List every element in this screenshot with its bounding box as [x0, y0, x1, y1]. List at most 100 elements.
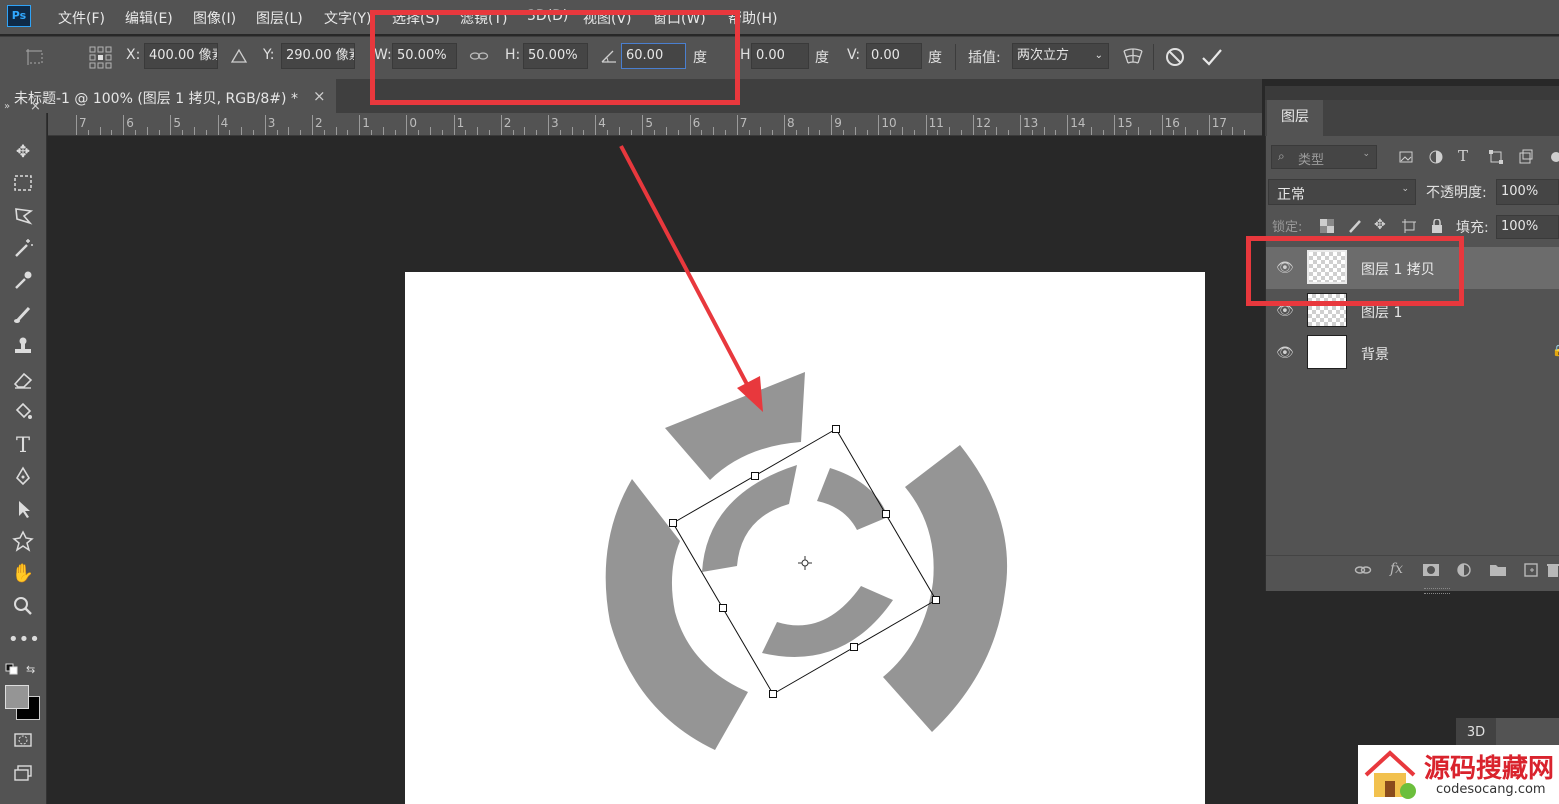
panel-resize-grip[interactable]: [1424, 588, 1450, 594]
filter-type-icon[interactable]: T: [1458, 147, 1474, 165]
opacity-label: 不透明度:: [1426, 185, 1487, 201]
lock-transparent-pixels-icon[interactable]: [1320, 219, 1334, 233]
chevron-down-icon: ⌄: [1401, 184, 1409, 194]
new-adjustment-layer-icon[interactable]: [1456, 562, 1472, 578]
vertical-skew-field[interactable]: 0.00: [866, 43, 922, 69]
ruler-minor-tick: [477, 127, 479, 135]
menu-edit[interactable]: 编辑(E): [125, 8, 173, 28]
filter-shape-icon[interactable]: [1488, 149, 1504, 165]
ruler-minor-tick: [807, 127, 809, 135]
layer-effects-icon[interactable]: fx: [1390, 561, 1403, 577]
menu-image[interactable]: 图像(I): [193, 8, 236, 28]
foreground-color-swatch[interactable]: [5, 685, 29, 709]
fill-field[interactable]: 100%: [1496, 215, 1559, 239]
lock-image-pixels-icon[interactable]: [1348, 219, 1362, 233]
x-position-field[interactable]: 400.00 像素: [144, 43, 218, 69]
eyedropper-tool-icon[interactable]: [8, 269, 38, 293]
ruler-minor-tick: [713, 127, 715, 135]
ruler-major-tick: [453, 115, 455, 135]
eraser-tool-icon[interactable]: [8, 369, 38, 393]
new-layer-icon[interactable]: [1523, 562, 1539, 578]
ruler-label: 1: [456, 116, 465, 130]
swap-colors-icon[interactable]: ⇆: [26, 663, 40, 676]
tab-3d[interactable]: 3D: [1456, 718, 1496, 748]
pivot-point-icon[interactable]: [798, 556, 812, 570]
chevron-down-icon: ⌄: [1362, 149, 1370, 159]
filter-toggle-icon[interactable]: [1546, 149, 1559, 165]
layer-filter-select[interactable]: ⌕ 类型 ⌄: [1271, 145, 1377, 169]
layer-row-background[interactable]: 👁 背景 🔒: [1266, 332, 1559, 374]
paint-bucket-tool-icon[interactable]: [8, 401, 38, 425]
hand-tool-icon[interactable]: ✋: [8, 562, 38, 586]
layer-name[interactable]: 背景: [1361, 344, 1389, 364]
document-tab[interactable]: 未标题-1 @ 100% (图层 1 拷贝, RGB/8#) * ×: [0, 79, 336, 113]
delete-layer-icon[interactable]: [1546, 562, 1559, 578]
lock-all-icon[interactable]: [1430, 218, 1444, 233]
path-selection-tool-icon[interactable]: [8, 498, 38, 522]
ruler-minor-tick: [1138, 127, 1139, 135]
ruler-minor-tick: [1043, 127, 1045, 135]
menu-type[interactable]: 文字(Y): [324, 8, 371, 28]
lock-position-icon[interactable]: ✥: [1374, 217, 1390, 233]
reference-point-icon[interactable]: [88, 45, 114, 69]
brush-tool-icon[interactable]: [8, 303, 38, 327]
document-canvas[interactable]: [405, 272, 1205, 804]
visibility-eye-icon[interactable]: 👁: [1276, 345, 1294, 361]
ruler-minor-tick: [1197, 130, 1198, 135]
menu-layer[interactable]: 图层(L): [256, 8, 303, 28]
ruler-minor-tick: [748, 130, 750, 135]
y-position-field[interactable]: 290.00 像素: [281, 43, 355, 69]
relative-position-icon[interactable]: [230, 47, 248, 65]
ruler-major-tick: [642, 115, 644, 135]
blend-mode-select[interactable]: 正常 ⌄: [1268, 179, 1416, 205]
move-tool-icon[interactable]: ✥: [8, 140, 38, 164]
lasso-tool-icon[interactable]: [8, 205, 38, 229]
layer-filter-placeholder: 类型: [1298, 153, 1325, 168]
ruler-minor-tick: [630, 130, 632, 135]
stamp-tool-icon[interactable]: [8, 335, 38, 359]
ruler-minor-tick: [1185, 127, 1187, 135]
lock-artboard-icon[interactable]: [1402, 219, 1416, 233]
warp-mode-icon[interactable]: [1121, 45, 1145, 69]
ruler-label: 6: [126, 116, 134, 130]
custom-shape-tool-icon[interactable]: [8, 530, 38, 554]
type-tool-icon[interactable]: T: [8, 433, 38, 457]
filter-pixel-icon[interactable]: [1398, 149, 1414, 165]
marquee-tool-icon[interactable]: [8, 173, 38, 197]
ruler-major-tick: [925, 115, 927, 135]
horizontal-ruler: 7 6 5 4 3 2 1 0 1 2 3 4 5 6 7 8 9 10 11 12 13 14 15 16 17: [48, 113, 1262, 136]
watermark-url: codesocang.com: [1436, 782, 1546, 797]
ruler-major-tick: [1114, 115, 1116, 135]
default-colors-icon[interactable]: [5, 663, 19, 675]
filter-smart-object-icon[interactable]: [1518, 149, 1534, 165]
link-layers-icon[interactable]: [1354, 562, 1372, 578]
watermark: 源码搜藏网 codesocang.com: [1358, 745, 1559, 804]
magic-wand-tool-icon[interactable]: [8, 237, 38, 261]
blend-mode-value: 正常: [1277, 187, 1305, 203]
cancel-transform-icon[interactable]: [1163, 45, 1187, 69]
transform-tool-icon[interactable]: [24, 46, 50, 68]
commit-transform-icon[interactable]: [1200, 45, 1224, 69]
more-tools-icon[interactable]: •••: [8, 628, 40, 652]
collapse-toolbar-icon[interactable]: »: [4, 101, 10, 112]
annotation-highlight-options: [370, 10, 740, 105]
ruler-major-tick: [689, 115, 691, 135]
pen-tool-icon[interactable]: [8, 465, 38, 489]
menu-file[interactable]: 文件(F): [58, 8, 105, 28]
screen-mode-icon[interactable]: [8, 763, 38, 787]
opacity-field[interactable]: 100%: [1496, 179, 1559, 205]
ruler-label: 2: [315, 116, 323, 130]
interpolation-select[interactable]: 两次立方 ⌄: [1012, 43, 1109, 69]
tab-layers[interactable]: 图层: [1267, 100, 1323, 136]
quick-mask-icon[interactable]: [8, 730, 38, 754]
close-toolbar-icon[interactable]: ×: [30, 99, 41, 114]
new-group-icon[interactable]: [1489, 562, 1507, 578]
add-mask-icon[interactable]: [1422, 562, 1440, 578]
ruler-label: 0: [409, 116, 418, 130]
zoom-tool-icon[interactable]: [8, 595, 38, 619]
horizontal-skew-field[interactable]: 0.00: [751, 43, 809, 69]
filter-adjustment-icon[interactable]: [1428, 149, 1444, 165]
ruler-minor-tick: [300, 130, 302, 135]
options-separator: [955, 44, 956, 70]
close-icon[interactable]: ×: [313, 87, 326, 105]
